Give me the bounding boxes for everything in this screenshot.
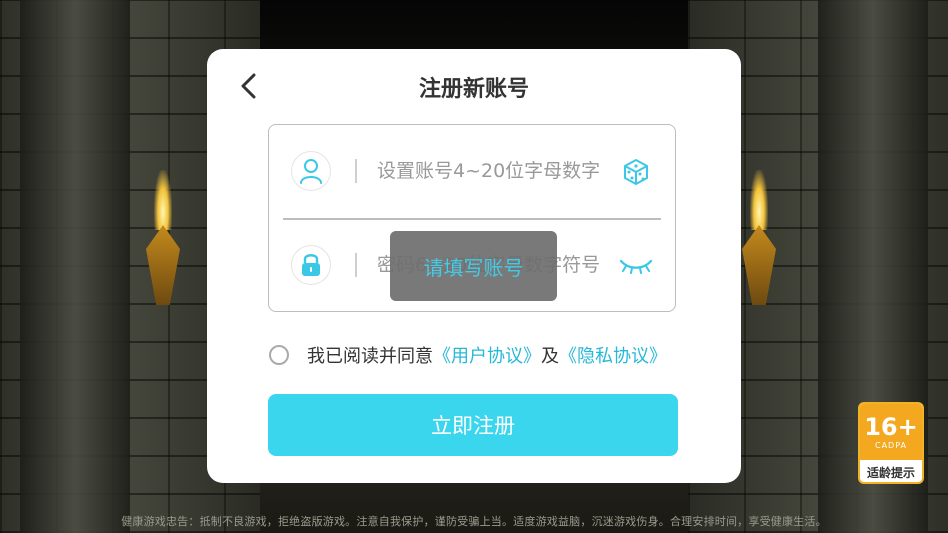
agreement-checkbox[interactable] (269, 345, 289, 365)
age-rating-value: 16+ (864, 412, 918, 441)
account-separator (355, 159, 357, 183)
toast-message: 请填写账号 (390, 231, 557, 301)
password-separator (355, 253, 357, 277)
account-row (269, 125, 675, 219)
left-torch (140, 170, 186, 310)
lock-icon (291, 245, 331, 285)
eye-closed-icon (619, 259, 653, 274)
toggle-password-visibility-button[interactable] (619, 249, 653, 283)
age-rating-top: 16+ CADPA (860, 404, 922, 460)
dice-icon (624, 159, 648, 185)
age-rating-tip: 适龄提示 (866, 466, 915, 480)
agreement-row: 我已阅读并同意 《用户协议》 及 《隐私协议》 (269, 340, 667, 370)
dialog-title: 注册新账号 (418, 77, 529, 102)
health-advisory: 健康游戏忠告：抵制不良游戏，拒绝盗版游戏。注意自我保护，谨防受骗上当。适度游戏益… (121, 515, 827, 528)
user-icon (291, 151, 331, 191)
user-agreement-link[interactable]: 《用户协议》 (433, 342, 541, 368)
left-pillar (20, 0, 130, 533)
random-account-button[interactable] (619, 155, 653, 189)
age-rating-org: CADPA (874, 440, 907, 450)
account-input[interactable] (377, 155, 613, 187)
privacy-agreement-link[interactable]: 《隐私协议》 (559, 342, 667, 368)
right-torch (736, 170, 782, 310)
agreement-prefix: 我已阅读并同意 (307, 346, 433, 367)
register-button[interactable]: 立即注册 (268, 394, 678, 456)
agreement-and: 及 (541, 346, 559, 367)
age-rating-badge: 16+ CADPA 适龄提示 (858, 402, 924, 484)
